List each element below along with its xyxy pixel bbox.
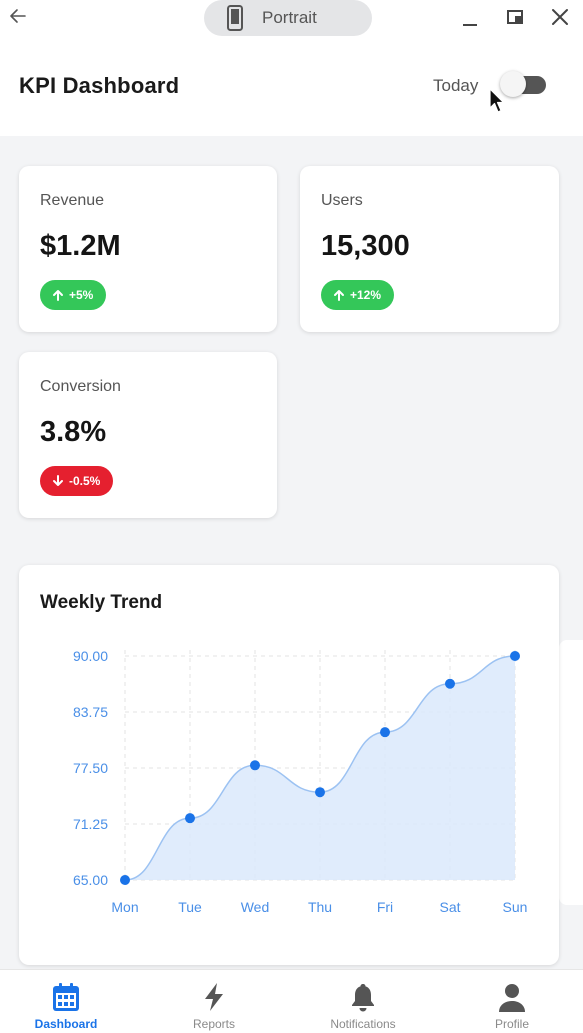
kpi-delta: -0.5% xyxy=(69,474,101,488)
person-icon xyxy=(499,984,525,1012)
app-header: KPI Dashboard Today xyxy=(0,36,583,136)
data-point-sun xyxy=(510,651,520,661)
nav-item-dashboard[interactable]: Dashboard xyxy=(6,970,126,1033)
x-tick-label: Wed xyxy=(241,899,270,915)
today-toggle[interactable] xyxy=(500,71,546,97)
orientation-label: Portrait xyxy=(262,8,317,27)
kpi-delta: +5% xyxy=(69,288,94,302)
bell-icon xyxy=(352,984,374,1012)
weekly-trend-card: Weekly Trend 90.00 83.75 77.50 71.25 65.00 Mo… xyxy=(19,565,559,965)
data-point-thu xyxy=(315,787,325,798)
data-point-mon xyxy=(120,875,130,885)
kpi-value: 15,300 xyxy=(321,230,410,262)
y-tick-label: 83.75 xyxy=(73,704,108,720)
window-titlebar: Portrait xyxy=(0,0,583,36)
restore-icon[interactable] xyxy=(504,5,528,29)
y-tick-label: 71.25 xyxy=(73,816,108,832)
lightning-icon xyxy=(205,983,223,1011)
kpi-card-conversion[interactable]: Conversion 3.8% -0.5% xyxy=(19,352,277,518)
kpi-value: $1.2M xyxy=(40,230,121,262)
close-icon[interactable] xyxy=(548,5,572,29)
x-tick-label: Sun xyxy=(503,899,528,915)
x-tick-label: Thu xyxy=(308,899,332,915)
minimize-icon[interactable] xyxy=(458,5,482,29)
arrow-up-icon xyxy=(53,290,63,301)
kpi-value: 3.8% xyxy=(40,416,107,448)
bottom-navigation: Dashboard Reports Notifications Profile xyxy=(0,969,583,1033)
nav-label: Dashboard xyxy=(34,1017,98,1031)
kpi-label: Revenue xyxy=(40,192,105,209)
x-tick-label: Tue xyxy=(178,899,202,915)
arrow-down-icon xyxy=(53,475,63,486)
kpi-delta-badge: +12% xyxy=(321,280,395,310)
nav-item-profile[interactable]: Profile xyxy=(452,970,572,1033)
kpi-delta-badge: +5% xyxy=(40,280,107,310)
kpi-delta: +12% xyxy=(350,288,382,302)
kpi-delta-badge: -0.5% xyxy=(40,466,114,496)
offscreen-card-edge xyxy=(559,640,583,905)
arrow-left-icon[interactable] xyxy=(6,4,30,28)
kpi-label: Users xyxy=(321,192,363,209)
y-tick-label: 90.00 xyxy=(73,648,108,664)
weekly-trend-chart: 90.00 83.75 77.50 71.25 65.00Mon Tue Wed Thu Fri… xyxy=(73,648,528,915)
kpi-card-revenue[interactable]: Revenue $1.2M +5% xyxy=(19,166,277,332)
data-point-fri xyxy=(380,727,390,738)
today-toggle-label: Today xyxy=(433,76,479,95)
nav-item-notifications[interactable]: Notifications xyxy=(303,970,423,1033)
data-point-wed xyxy=(250,760,260,771)
calendar-icon xyxy=(53,983,79,1011)
arrow-up-icon xyxy=(334,290,344,301)
nav-label: Reports xyxy=(192,1017,236,1031)
nav-label: Profile xyxy=(494,1017,529,1031)
phone-icon xyxy=(227,5,243,31)
kpi-label: Conversion xyxy=(40,378,121,395)
mouse-cursor-icon xyxy=(489,88,505,113)
x-tick-label: Mon xyxy=(111,899,138,915)
kpi-card-users[interactable]: Users 15,300 +12% xyxy=(300,166,559,332)
page-title: KPI Dashboard xyxy=(19,73,180,98)
y-tick-label: 65.00 xyxy=(73,872,108,888)
data-point-sat xyxy=(445,678,455,689)
y-tick-label: 77.50 xyxy=(73,760,108,776)
x-tick-label: Sat xyxy=(439,899,460,915)
orientation-toggle[interactable]: Portrait xyxy=(204,0,372,36)
nav-item-reports[interactable]: Reports xyxy=(154,970,274,1033)
x-tick-label: Fri xyxy=(377,899,393,915)
nav-label: Notifications xyxy=(330,1017,396,1031)
data-point-tue xyxy=(185,813,195,824)
